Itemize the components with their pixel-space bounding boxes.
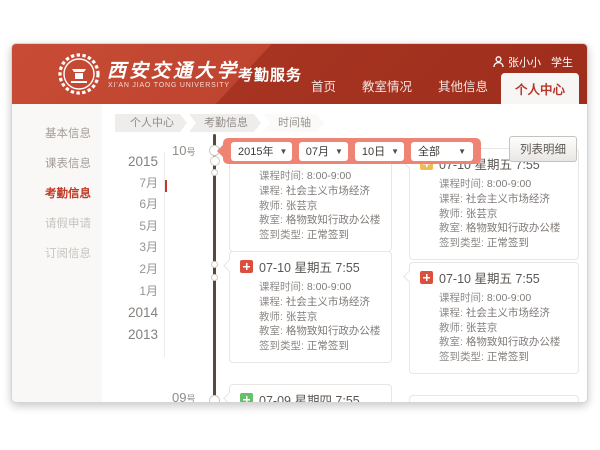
list-detail-button[interactable]: 列表明细: [509, 136, 577, 162]
header: 西安交通大学 XI'AN JIAO TONG UNIVERSITY 考勤服务 张…: [12, 44, 587, 104]
breadcrumb: 个人中心 考勤信息 时间轴: [115, 114, 326, 132]
month-nav-mar[interactable]: 3月: [110, 237, 158, 259]
breadcrumb-attendance[interactable]: 考勤信息: [189, 114, 261, 132]
current-month-marker: [165, 180, 167, 192]
sidebar-item-leave-request[interactable]: 请假申请: [12, 208, 102, 238]
month-nav-jul[interactable]: 7月: [110, 173, 158, 195]
sidebar-item-subscription[interactable]: 订阅信息: [12, 238, 102, 268]
month-nav-may[interactable]: 5月: [110, 216, 158, 238]
timeline-node: [210, 156, 220, 166]
card-tail: [223, 392, 236, 403]
chevron-down-icon: ▼: [391, 147, 399, 156]
year-nav-2013[interactable]: 2013: [110, 324, 158, 346]
card-tail: [403, 270, 416, 283]
month-nav-jun[interactable]: 6月: [110, 194, 158, 216]
month-dropdown[interactable]: 07月▼: [299, 142, 348, 161]
chevron-down-icon: ▼: [279, 147, 287, 156]
filter-tail: [217, 144, 231, 158]
user-role: 学生: [551, 54, 573, 70]
year-nav-2014[interactable]: 2014: [110, 302, 158, 324]
card-tail: [223, 259, 236, 272]
timeline-node: [211, 169, 218, 176]
month-nav-jan[interactable]: 1月: [110, 281, 158, 303]
chevron-down-icon: ▼: [458, 147, 466, 156]
breadcrumb-personal-center[interactable]: 个人中心: [115, 114, 187, 132]
university-name-en: XI'AN JIAO TONG UNIVERSITY: [108, 82, 230, 89]
signin-status-icon: [240, 393, 253, 403]
nav-item-other-info[interactable]: 其他信息: [425, 70, 501, 104]
attendance-card: 07-10 星期五 7:55 课程时间: 8:00-9:00 课程: 社会主义市…: [409, 262, 579, 374]
app-window: 西安交通大学 XI'AN JIAO TONG UNIVERSITY 考勤服务 张…: [11, 43, 588, 403]
nav-item-personal-center[interactable]: 个人中心: [501, 73, 579, 104]
timeline-node: [209, 395, 220, 404]
attendance-card: 07-10 星期五 7:55 课程时间: 8:00-9:00 课程: 社会主义市…: [409, 148, 579, 260]
sidebar-item-schedule[interactable]: 课表信息: [12, 148, 102, 178]
signin-status-icon: [420, 271, 433, 284]
attendance-card: 07-09 星期四 7:55: [229, 384, 392, 403]
main-nav: 首页 教室情况 其他信息 个人中心: [298, 70, 579, 104]
chevron-down-icon: ▼: [335, 147, 343, 156]
sidebar-item-attendance[interactable]: 考勤信息: [12, 178, 102, 208]
user-info[interactable]: 张小小 学生: [493, 54, 573, 70]
nav-item-classrooms[interactable]: 教室情况: [349, 70, 425, 104]
timeline-node: [211, 274, 218, 281]
university-name-cn: 西安交通大学: [107, 56, 239, 83]
day-marker-09: 09号: [172, 390, 195, 403]
sidebar: 基本信息 课表信息 考勤信息 请假申请 订阅信息: [12, 104, 102, 402]
year-nav-2015[interactable]: 2015: [110, 151, 158, 173]
timeline-year-nav: 2015 7月 6月 5月 3月 2月 1月 2014 2013: [110, 151, 158, 345]
main-content: 个人中心 考勤信息 时间轴 2015 7月 6月 5月 3月 2月 1月 201…: [102, 104, 587, 402]
day-marker-10: 10号: [172, 143, 195, 158]
attendance-card: [409, 395, 579, 403]
year-dropdown[interactable]: 2015年▼: [231, 142, 292, 161]
month-nav-feb[interactable]: 2月: [110, 259, 158, 281]
university-logo-icon: [58, 53, 100, 95]
divider: [164, 152, 165, 357]
product-title: 考勤服务: [238, 64, 302, 85]
breadcrumb-timeline[interactable]: 时间轴: [263, 114, 324, 132]
person-icon: [493, 56, 504, 68]
date-filter-bar: 2015年▼ 07月▼ 10日▼ 全部▼: [223, 138, 481, 164]
user-name: 张小小: [508, 54, 541, 70]
attendance-card: 07-10 星期五 7:55 课程时间: 8:00-9:00 课程: 社会主义市…: [229, 251, 392, 363]
type-dropdown[interactable]: 全部▼: [411, 142, 473, 161]
day-dropdown[interactable]: 10日▼: [355, 142, 404, 161]
sidebar-item-basic-info[interactable]: 基本信息: [12, 118, 102, 148]
signin-status-icon: [240, 260, 253, 273]
timeline-node: [211, 261, 218, 268]
nav-item-home[interactable]: 首页: [298, 70, 349, 104]
